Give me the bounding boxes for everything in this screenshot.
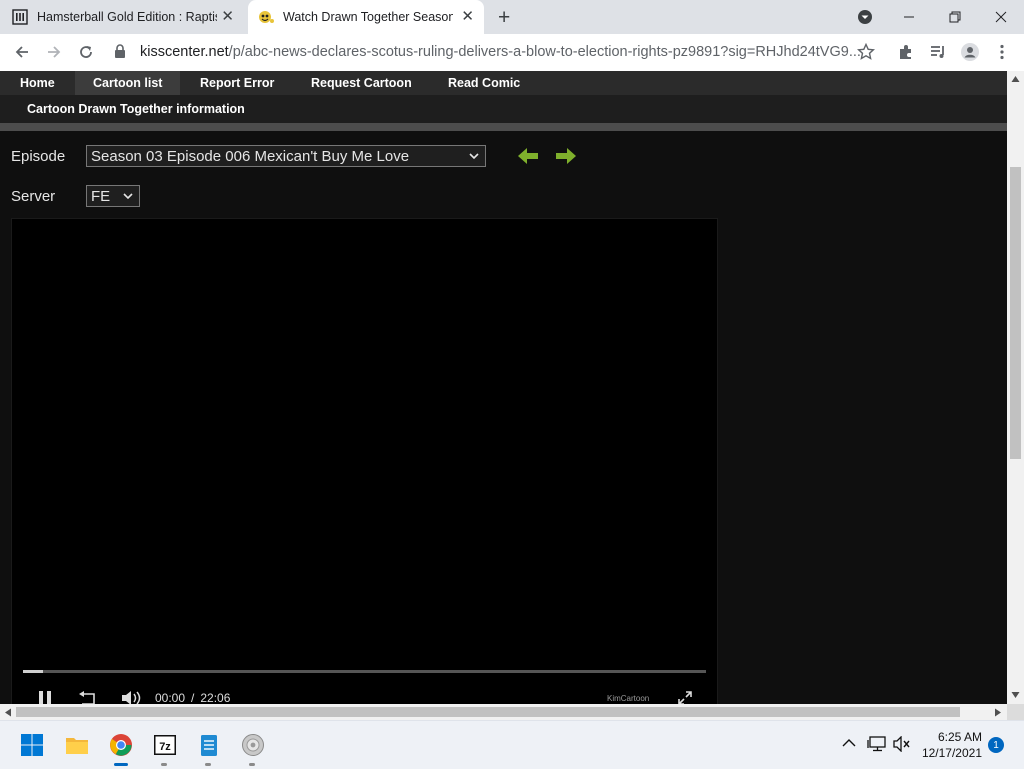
sub-nav: Cartoon Drawn Together information: [0, 95, 1007, 123]
video-player[interactable]: 00:00 / 22:06 KimCartoon: [11, 218, 718, 704]
close-tab-icon[interactable]: ✕: [461, 9, 474, 24]
system-clock[interactable]: 6:25 AM 12/17/2021: [912, 729, 982, 761]
tab-drawn-together[interactable]: Watch Drawn Together Season 0 ✕: [248, 0, 484, 34]
nav-home[interactable]: Home: [7, 71, 68, 95]
tab-title: Hamsterball Gold Edition : Raptis: [37, 10, 217, 24]
scroll-left-icon[interactable]: [4, 708, 12, 717]
extensions-icon[interactable]: [896, 42, 916, 62]
svg-text:7z: 7z: [159, 741, 171, 753]
nav-report-error[interactable]: Report Error: [187, 71, 287, 95]
next-episode-icon[interactable]: [554, 146, 578, 166]
browser-toolbar: kisscenter.net/p/abc-news-declares-scotu…: [0, 34, 1024, 72]
server-select-value: FE: [91, 187, 111, 205]
scroll-up-icon[interactable]: [1011, 75, 1020, 83]
minimize-icon[interactable]: [896, 0, 922, 34]
buffered-progress: [23, 670, 44, 673]
chevron-down-icon: [469, 153, 479, 160]
server-select[interactable]: FE: [86, 185, 140, 207]
horizontal-scroll-thumb[interactable]: [16, 707, 960, 717]
reload-icon[interactable]: [76, 42, 96, 62]
nav-read-comic[interactable]: Read Comic: [435, 71, 533, 95]
page-viewport: Home Cartoon list Report Error Request C…: [0, 71, 1007, 704]
nav-cartoon-list[interactable]: Cartoon list: [75, 71, 180, 95]
app-globe-icon[interactable]: [241, 733, 265, 757]
seek-bar[interactable]: [23, 670, 706, 673]
profile-avatar-icon[interactable]: [960, 42, 980, 62]
episode-select-value: Season 03 Episode 006 Mexican't Buy Me L…: [91, 147, 410, 165]
tab-title: Watch Drawn Together Season 0: [283, 10, 453, 24]
cartoon-info-link[interactable]: Cartoon Drawn Together information: [27, 102, 245, 116]
url-text: kisscenter.net/p/abc-news-declares-scotu…: [140, 44, 870, 60]
forward-icon[interactable]: [44, 42, 64, 62]
current-time: 00:00: [155, 691, 186, 704]
time-display: 00:00 / 22:06: [155, 690, 230, 704]
fullscreen-icon[interactable]: [678, 690, 692, 704]
notification-badge[interactable]: 1: [988, 737, 1004, 753]
scroll-right-icon[interactable]: [994, 708, 1002, 717]
restore-icon[interactable]: [942, 0, 968, 34]
running-indicator: [161, 763, 167, 766]
episode-select[interactable]: Season 03 Episode 006 Mexican't Buy Me L…: [86, 145, 486, 167]
episode-label: Episode: [11, 148, 66, 165]
cartoon-site-icon: [258, 9, 274, 25]
network-icon[interactable]: [867, 736, 887, 752]
vertical-scrollbar[interactable]: [1007, 71, 1024, 704]
back-icon[interactable]: [12, 42, 32, 62]
tab-search-icon[interactable]: [852, 0, 878, 34]
volume-icon[interactable]: [121, 690, 143, 704]
lock-icon[interactable]: [114, 44, 128, 60]
site-nav: Home Cartoon list Report Error Request C…: [0, 71, 1007, 95]
server-label: Server: [11, 188, 56, 205]
menu-kebab-icon[interactable]: [992, 42, 1012, 62]
running-indicator: [205, 763, 211, 766]
chevron-up-icon[interactable]: [842, 738, 856, 748]
file-explorer-icon[interactable]: [65, 733, 89, 757]
time-separator: /: [191, 691, 195, 704]
chevron-down-icon: [123, 193, 133, 200]
address-bar[interactable]: kisscenter.net/p/abc-news-declares-scotu…: [114, 38, 884, 66]
duration: 22:06: [200, 691, 231, 704]
pause-icon[interactable]: [38, 690, 52, 704]
nav-request-cartoon[interactable]: Request Cartoon: [298, 71, 425, 95]
url-host: kisscenter.net: [140, 44, 229, 60]
clock-time: 6:25 AM: [937, 730, 982, 744]
running-indicator: [249, 763, 255, 766]
windows-start-icon[interactable]: [20, 733, 44, 757]
bookmark-star-icon[interactable]: [856, 42, 876, 62]
media-queue-icon[interactable]: [928, 42, 948, 62]
new-tab-icon[interactable]: +: [498, 6, 510, 30]
chrome-icon[interactable]: [109, 733, 133, 757]
previous-episode-icon[interactable]: [516, 146, 540, 166]
rewind-10-icon[interactable]: [78, 690, 98, 704]
close-window-icon[interactable]: [988, 0, 1014, 34]
divider: [0, 123, 1007, 131]
scrollbar-corner: [1007, 704, 1024, 720]
7zip-icon[interactable]: 7z: [153, 733, 177, 757]
taskbar: 7z 6:25 AM 12/17/2021 1: [0, 720, 1024, 769]
vertical-scroll-thumb[interactable]: [1010, 167, 1021, 459]
horizontal-scrollbar[interactable]: [0, 704, 1007, 720]
url-path: /p/abc-news-declares-scotus-ruling-deliv…: [228, 44, 861, 60]
close-tab-icon[interactable]: ✕: [221, 9, 234, 24]
tab-strip: Hamsterball Gold Edition : Raptis ✕ Watc…: [0, 0, 1024, 34]
tab-hamsterball[interactable]: Hamsterball Gold Edition : Raptis ✕: [12, 0, 244, 34]
scroll-down-icon[interactable]: [1011, 691, 1020, 699]
active-app-indicator: [114, 763, 128, 766]
archive-building-icon: [12, 9, 28, 25]
player-watermark: KimCartoon: [607, 693, 650, 703]
volume-muted-icon[interactable]: [893, 736, 911, 752]
notepad-icon[interactable]: [197, 733, 221, 757]
clock-date: 12/17/2021: [921, 746, 982, 760]
